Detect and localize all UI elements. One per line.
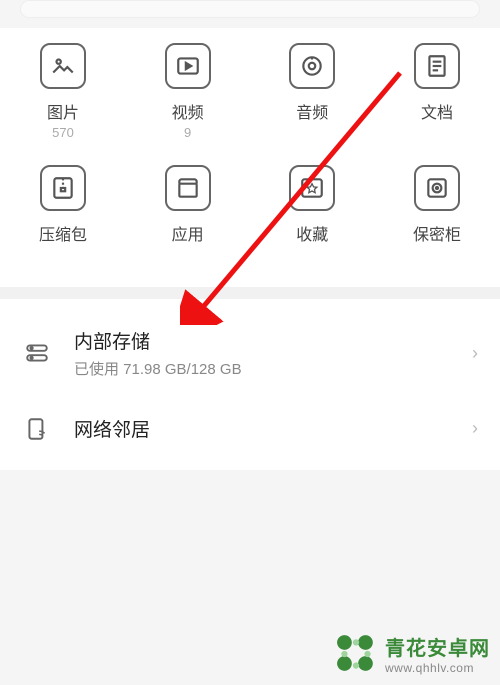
category-label: 收藏 (296, 221, 328, 245)
category-label: 应用 (172, 221, 204, 245)
storage-icon (22, 340, 52, 366)
category-label: 压缩包 (39, 221, 87, 245)
category-favorites[interactable]: 收藏 (267, 165, 357, 262)
network-title: 网络邻居 (74, 415, 472, 442)
picture-icon (40, 43, 86, 89)
categories-row-1: 图片 570 视频 9 音频 文档 (18, 43, 482, 140)
category-count: 9 (184, 125, 191, 140)
list-body: 网络邻居 (74, 415, 472, 442)
archive-icon (40, 165, 86, 211)
category-label: 音频 (296, 99, 328, 123)
watermark-title: 青花安卓网 (385, 632, 490, 661)
network-neighborhood-item[interactable]: 网络邻居 › (0, 397, 500, 460)
category-archives[interactable]: 压缩包 (18, 165, 108, 262)
category-apps[interactable]: 应用 (143, 165, 233, 262)
storage-subtitle: 已使用 71.98 GB/128 GB (74, 358, 472, 379)
category-count: 570 (52, 125, 74, 140)
watermark-logo-icon (335, 633, 377, 675)
category-safe[interactable]: 保密柜 (392, 165, 482, 262)
internal-storage-item[interactable]: 内部存储 已使用 71.98 GB/128 GB › (0, 309, 500, 397)
list-body: 内部存储 已使用 71.98 GB/128 GB (74, 327, 472, 379)
categories-row-2: 压缩包 应用 收藏 保密柜 (18, 165, 482, 262)
app-icon (165, 165, 211, 211)
video-icon (165, 43, 211, 89)
safe-icon (414, 165, 460, 211)
watermark: 青花安卓网 www.qhhlv.com (335, 632, 490, 675)
watermark-text: 青花安卓网 www.qhhlv.com (385, 632, 490, 675)
category-label: 保密柜 (413, 221, 461, 245)
category-label: 文档 (421, 99, 453, 123)
star-icon (289, 165, 335, 211)
chevron-right-icon: › (472, 418, 478, 439)
list-panel: 内部存储 已使用 71.98 GB/128 GB › 网络邻居 › (0, 299, 500, 470)
search-bar[interactable] (20, 0, 480, 18)
category-pictures[interactable]: 图片 570 (18, 43, 108, 140)
watermark-url: www.qhhlv.com (385, 661, 490, 675)
category-label: 视频 (172, 99, 204, 123)
chevron-right-icon: › (472, 343, 478, 364)
category-audio[interactable]: 音频 (267, 43, 357, 140)
categories-panel: 图片 570 视频 9 音频 文档 (0, 28, 500, 299)
category-videos[interactable]: 视频 9 (143, 43, 233, 140)
audio-icon (289, 43, 335, 89)
category-label: 图片 (47, 99, 79, 123)
document-icon (414, 43, 460, 89)
storage-title: 内部存储 (74, 327, 472, 354)
category-documents[interactable]: 文档 (392, 43, 482, 140)
network-icon (22, 416, 52, 442)
